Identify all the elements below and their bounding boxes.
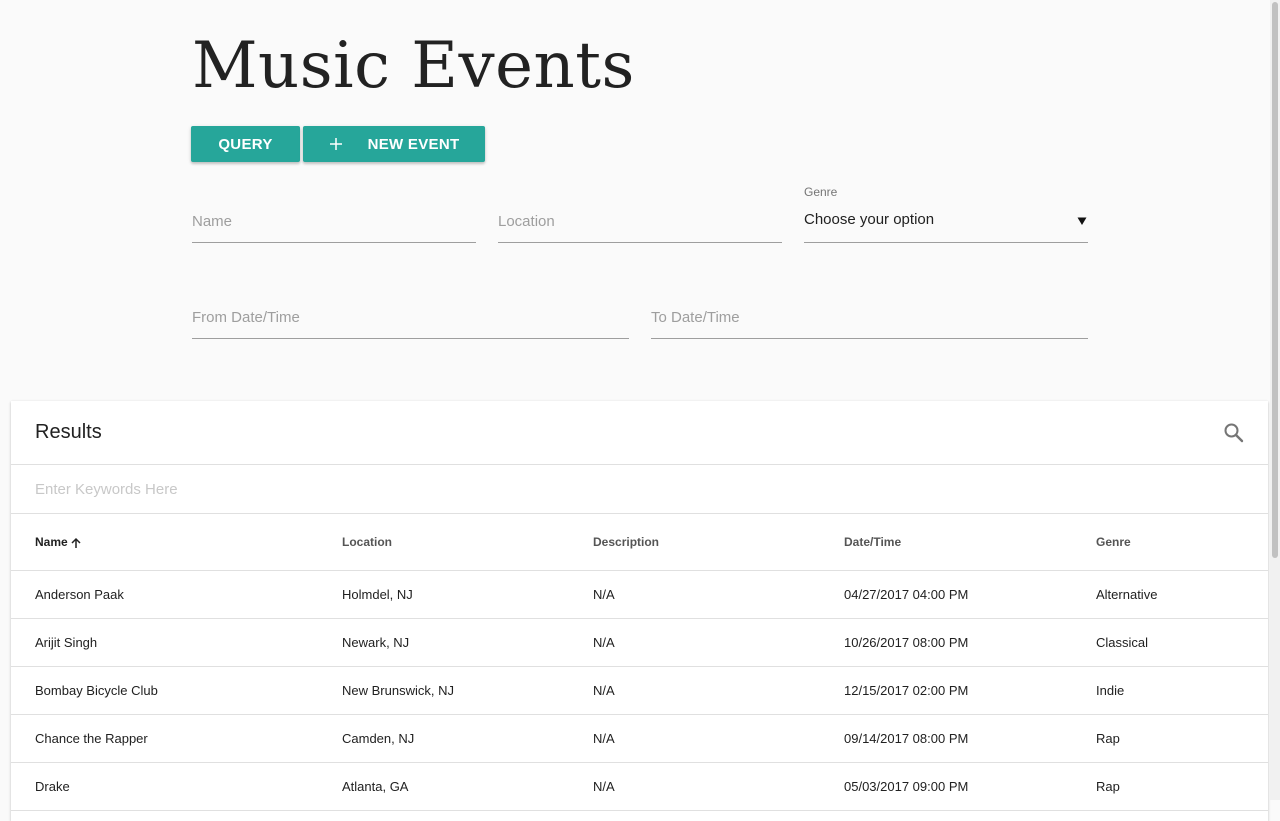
genre-label: Genre <box>804 185 838 199</box>
cell-genre: Alternative <box>1096 570 1268 619</box>
cell-genre: Rap <box>1096 714 1268 763</box>
search-icon[interactable] <box>1222 421 1246 445</box>
cell-name: Bombay Bicycle Club <box>11 666 342 715</box>
cell-datetime: 12/15/2017 02:00 PM <box>844 666 1096 715</box>
column-header-description[interactable]: Description <box>593 514 844 571</box>
new-event-button-label: New Event <box>367 135 460 153</box>
table-row[interactable]: Chance the Rapper Camden, NJ N/A 09/14/2… <box>11 714 1268 763</box>
cell-datetime: 04/27/2017 04:00 PM <box>844 570 1096 619</box>
table-row[interactable]: Anderson Paak Holmdel, NJ N/A 04/27/2017… <box>11 570 1268 619</box>
cell-name: Chance the Rapper <box>11 714 342 763</box>
cell-name: Arijit Singh <box>11 618 342 667</box>
cell-name: Drake <box>11 762 342 811</box>
caret-down-icon <box>1077 213 1087 225</box>
cell-datetime: 05/03/2017 09:00 PM <box>844 762 1096 811</box>
cell-description: N/A <box>593 666 844 715</box>
cell-genre: Indie <box>1096 666 1268 715</box>
cell-datetime: 09/14/2017 08:00 PM <box>844 714 1096 763</box>
new-event-button[interactable]: New Event <box>303 126 485 162</box>
cell-datetime: 10/26/2017 08:00 PM <box>844 618 1096 667</box>
cell-location: Newark, NJ <box>342 618 593 667</box>
results-title: Results <box>35 421 102 443</box>
column-header-name[interactable]: Name <box>11 514 342 571</box>
cell-location: Camden, NJ <box>342 714 593 763</box>
cell-genre: Classical <box>1096 618 1268 667</box>
from-datetime-field[interactable]: From Date/Time <box>192 298 629 339</box>
scrollbar-thumb[interactable] <box>1272 2 1278 558</box>
cell-location: Holmdel, NJ <box>342 570 593 619</box>
cell-genre: Rap <box>1096 762 1268 811</box>
page-title: Music Events <box>192 29 635 103</box>
cell-description: N/A <box>593 618 844 667</box>
name-input[interactable] <box>192 202 476 242</box>
page-scrollbar[interactable] <box>1270 0 1280 800</box>
genre-selected-value: Choose your option <box>804 211 935 228</box>
genre-select[interactable]: Choose your option <box>804 202 1088 243</box>
column-header-location[interactable]: Location <box>342 514 593 571</box>
name-field[interactable]: Name <box>192 202 476 243</box>
cell-description: N/A <box>593 570 844 619</box>
cell-description: N/A <box>593 714 844 763</box>
table-row[interactable]: Bombay Bicycle Club New Brunswick, NJ N/… <box>11 666 1268 715</box>
results-table: Name Location Description Date/Time Genr… <box>11 514 1268 811</box>
cell-location: New Brunswick, NJ <box>342 666 593 715</box>
query-button-label: Query <box>218 135 273 153</box>
to-datetime-input[interactable] <box>651 298 1088 338</box>
table-row[interactable]: Arijit Singh Newark, NJ N/A 10/26/2017 0… <box>11 618 1268 667</box>
results-header: Results <box>11 401 1268 465</box>
from-datetime-input[interactable] <box>192 298 629 338</box>
cell-description: N/A <box>593 762 844 811</box>
cell-location: Atlanta, GA <box>342 762 593 811</box>
keyword-search-input[interactable] <box>35 465 1235 513</box>
column-header-genre[interactable]: Genre <box>1096 514 1268 571</box>
results-card: Results Name Location Description Date/T… <box>11 401 1268 821</box>
cell-name: Anderson Paak <box>11 570 342 619</box>
plus-icon <box>329 137 343 151</box>
column-header-name-label: Name <box>35 535 68 549</box>
location-field[interactable]: Location <box>498 202 782 243</box>
query-button[interactable]: Query <box>191 126 300 162</box>
column-header-datetime[interactable]: Date/Time <box>844 514 1096 571</box>
table-header-row: Name Location Description Date/Time Genr… <box>11 514 1268 571</box>
table-row[interactable]: Drake Atlanta, GA N/A 05/03/2017 09:00 P… <box>11 762 1268 811</box>
to-datetime-field[interactable]: To Date/Time <box>651 298 1088 339</box>
arrow-up-icon <box>70 537 82 549</box>
keyword-search-row <box>11 465 1268 514</box>
location-input[interactable] <box>498 202 782 242</box>
